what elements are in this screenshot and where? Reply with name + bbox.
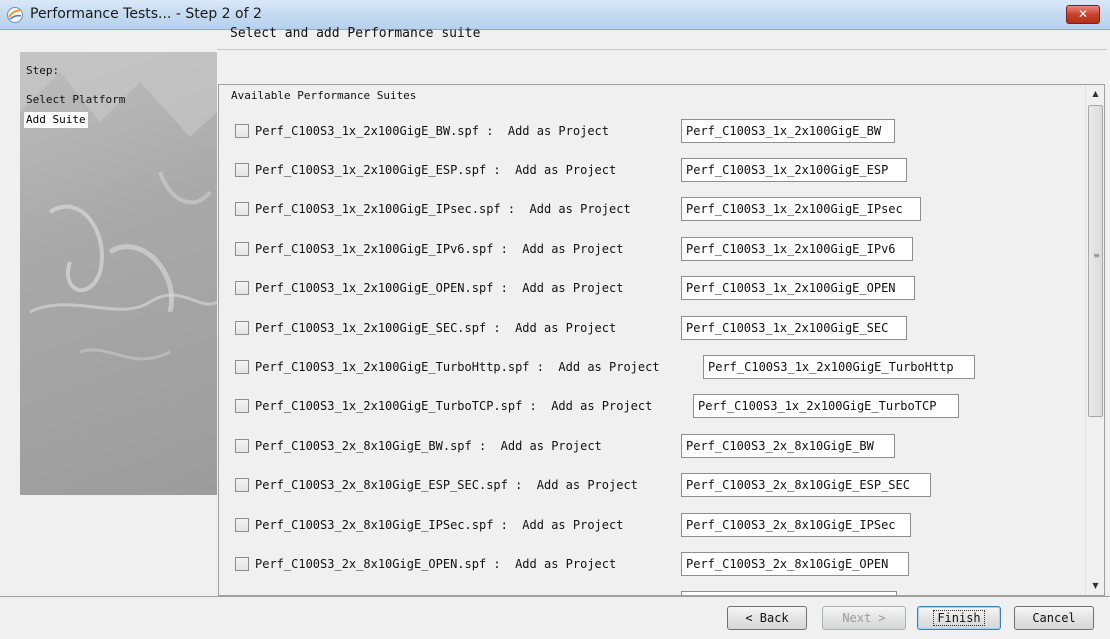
suite-checkbox[interactable] [235,281,249,296]
project-name-field[interactable]: Perf_C100S3_2x_8x10GigE_ESP_SEC [681,473,931,498]
suite-label: Perf_C100S3_2x_8x10GigE_BW.spf : Add as … [255,438,602,453]
project-name-field[interactable]: Perf_C100S3_1x_2x100GigE_SEC [681,315,907,340]
page-title: Select and add Performance suite [230,26,481,41]
suite-row-partial [219,584,1079,595]
suite-row: Perf_C100S3_2x_8x10GigE_ESP_SEC.spf : Ad… [219,466,1079,505]
suite-label: Perf_C100S3_2x_8x10GigE_ESP_SEC.spf : Ad… [255,478,638,493]
suite-row: Perf_C100S3_2x_8x10GigE_BW.spf : Add as … [219,426,1079,465]
group-label: Available Performance Suites [231,89,417,102]
suite-label: Perf_C100S3_1x_2x100GigE_ESP.spf : Add a… [255,163,617,178]
project-name-field[interactable]: Perf_C100S3_2x_8x10GigE_IPSec [681,512,911,537]
suite-checkbox[interactable] [235,517,249,532]
window-title: Performance Tests... - Step 2 of 2 [30,6,262,22]
steps-heading: Step: [26,64,60,77]
suite-checkbox[interactable] [235,163,249,178]
suite-row: Perf_C100S3_1x_2x100GigE_BW.spf : Add as… [219,111,1079,150]
suite-checkbox[interactable] [235,202,249,217]
available-suites-group: Available Performance Suites Perf_C100S3… [218,84,1105,596]
close-button[interactable]: ✕ [1066,5,1100,24]
suites-list: Perf_C100S3_1x_2x100GigE_BW.spf : Add as… [219,111,1079,595]
suite-label: Perf_C100S3_1x_2x100GigE_OPEN.spf : Add … [255,281,624,296]
suite-label: Perf_C100S3_1x_2x100GigE_TurboHttp.spf :… [255,360,660,375]
suite-label: Perf_C100S3_1x_2x100GigE_SEC.spf : Add a… [255,320,617,335]
suite-checkbox[interactable] [235,360,249,375]
finish-label: Finish [933,610,985,626]
footer-divider [0,596,1110,597]
steps-list: Select Platform Add Suite [24,92,127,128]
project-name-field[interactable]: Perf_C100S3_2x_8x10GigE_BW [681,433,895,458]
suite-label: Perf_C100S3_1x_2x100GigE_TurboTCP.spf : … [255,399,653,414]
project-name-field[interactable]: Perf_C100S3_1x_2x100GigE_OPEN [681,276,915,301]
wizard-steps-panel: Step: Select Platform Add Suite [20,52,217,495]
suite-checkbox[interactable] [235,556,249,571]
close-icon: ✕ [1077,7,1089,21]
suite-checkbox[interactable] [235,478,249,493]
suite-row: Perf_C100S3_1x_2x100GigE_ESP.spf : Add a… [219,150,1079,189]
suite-label: Perf_C100S3_1x_2x100GigE_IPsec.spf : Add… [255,202,631,217]
suite-checkbox[interactable] [235,320,249,335]
next-button[interactable]: Next > [822,606,906,630]
project-name-field[interactable]: Perf_C100S3_2x_8x10GigE_OPEN [681,551,909,576]
finish-button[interactable]: Finish [917,606,1001,630]
suite-checkbox[interactable] [235,438,249,453]
project-name-field[interactable]: Perf_C100S3_1x_2x100GigE_TurboHttp [703,355,975,380]
step-add-suite: Add Suite [24,112,88,128]
back-button[interactable]: < Back [727,606,807,630]
project-name-field[interactable]: Perf_C100S3_1x_2x100GigE_TurboTCP [693,394,959,419]
suite-row: Perf_C100S3_1x_2x100GigE_SEC.spf : Add a… [219,308,1079,347]
suite-checkbox[interactable] [235,241,249,256]
suite-checkbox[interactable] [235,123,249,138]
project-name-field[interactable]: Perf_C100S3_1x_2x100GigE_IPsec [681,197,921,222]
cancel-button[interactable]: Cancel [1014,606,1094,630]
suite-row: Perf_C100S3_2x_8x10GigE_IPSec.spf : Add … [219,505,1079,544]
title-bar[interactable]: Performance Tests... - Step 2 of 2 ✕ [0,0,1110,30]
suite-row: Perf_C100S3_1x_2x100GigE_IPsec.spf : Add… [219,190,1079,229]
suite-checkbox[interactable] [235,399,249,414]
suite-label: Perf_C100S3_2x_8x10GigE_OPEN.spf : Add a… [255,556,617,571]
project-name-field[interactable]: Perf_C100S3_1x_2x100GigE_BW [681,118,895,143]
suite-label: Perf_C100S3_2x_8x10GigE_IPSec.spf : Add … [255,517,624,532]
heading-divider [217,49,1107,50]
scroll-up-icon[interactable]: ▲ [1086,85,1104,103]
project-name-field[interactable]: Perf_C100S3_1x_2x100GigE_ESP [681,158,907,183]
suite-row: Perf_C100S3_1x_2x100GigE_TurboHttp.spf :… [219,347,1079,386]
suite-row: Perf_C100S3_2x_8x10GigE_OPEN.spf : Add a… [219,544,1079,583]
suite-label: Perf_C100S3_1x_2x100GigE_IPv6.spf : Add … [255,241,624,256]
suite-row: Perf_C100S3_1x_2x100GigE_TurboTCP.spf : … [219,387,1079,426]
scrollbar-thumb[interactable]: ≡ [1088,105,1103,417]
project-name-field[interactable]: Perf_C100S3_1x_2x100GigE_IPv6 [681,236,913,261]
vertical-scrollbar[interactable]: ▲ ≡ ▼ [1085,85,1104,595]
suite-row: Perf_C100S3_1x_2x100GigE_OPEN.spf : Add … [219,269,1079,308]
suite-row: Perf_C100S3_1x_2x100GigE_IPv6.spf : Add … [219,229,1079,268]
app-icon [7,7,23,23]
grip-icon: ≡ [1093,251,1100,260]
scroll-down-icon[interactable]: ▼ [1086,577,1104,595]
suite-label: Perf_C100S3_1x_2x100GigE_BW.spf : Add as… [255,123,610,138]
step-select-platform: Select Platform [26,93,126,106]
